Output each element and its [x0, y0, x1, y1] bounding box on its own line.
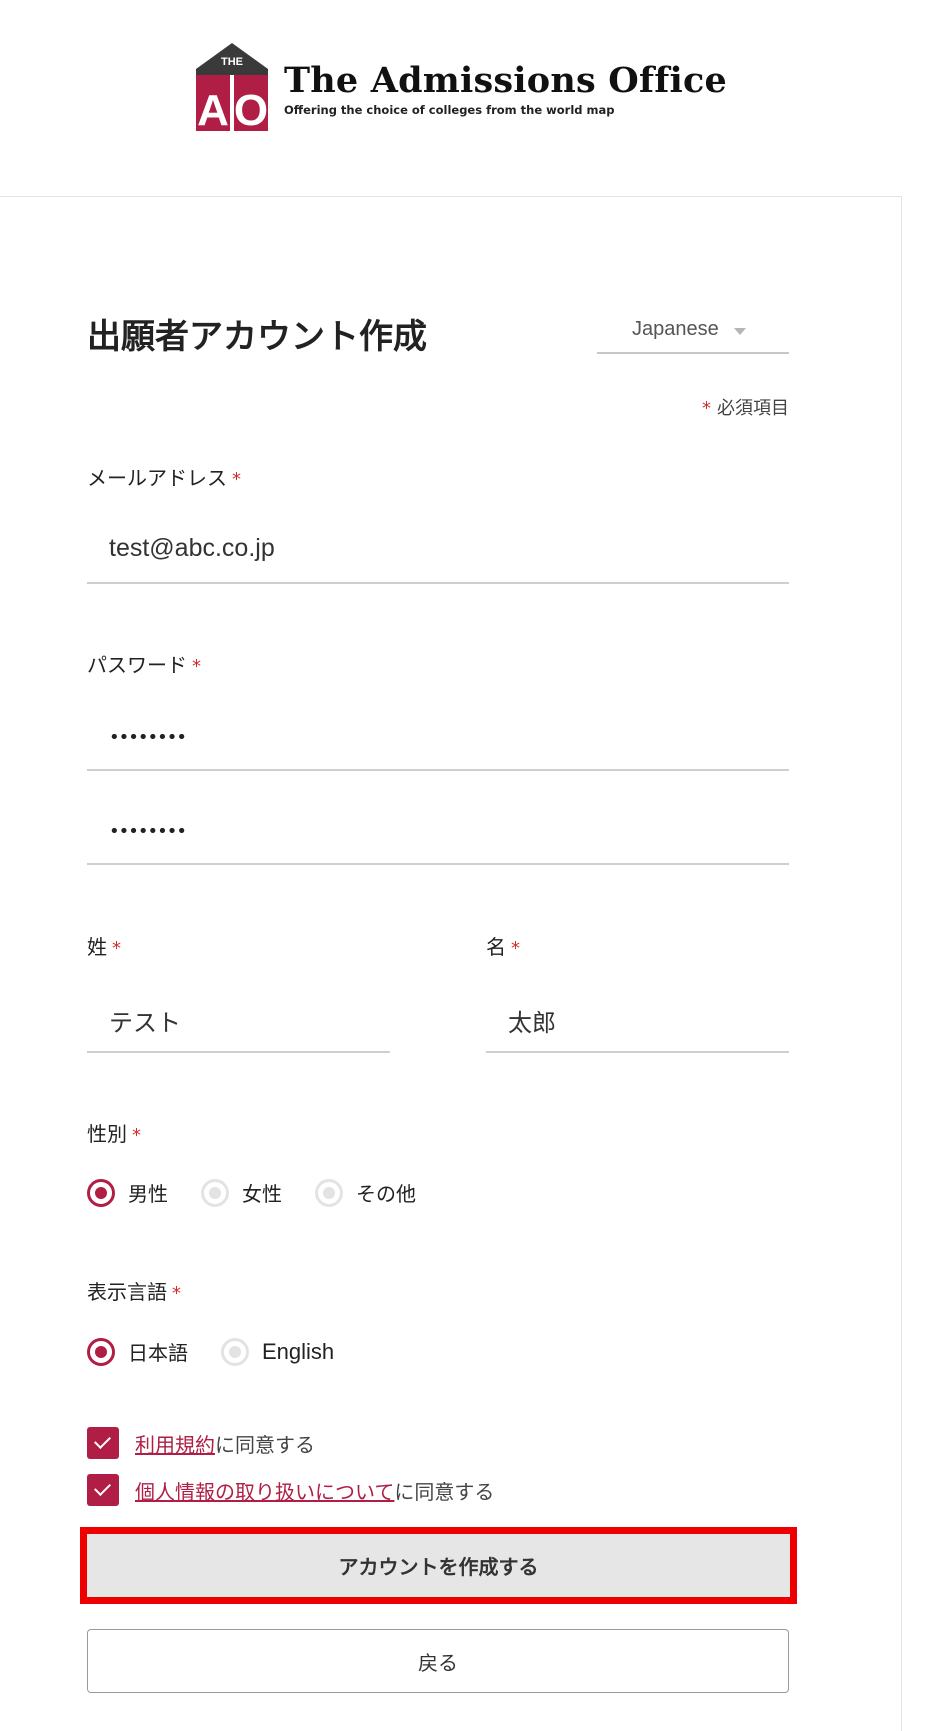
display-language-option-label: 日本語 [128, 1341, 188, 1365]
logo-tagline: Offering the choice of colleges from the… [284, 103, 615, 117]
email-field[interactable]: test@abc.co.jp [87, 520, 789, 584]
gender-option-male[interactable]: 男性 [87, 1178, 168, 1207]
required-note: * 必須項目 [702, 394, 789, 420]
logo-title: The Admissions Office [284, 60, 727, 101]
display-language-option-label: English [262, 1338, 335, 1364]
radio-unchecked-icon[interactable] [201, 1178, 229, 1207]
display-language-option-english[interactable]: English [221, 1337, 335, 1366]
gender-option-label: 男性 [128, 1182, 168, 1206]
logo-mark-icon: THE A O [194, 43, 270, 135]
privacy-link[interactable]: 個人情報の取り扱いについて [135, 1480, 394, 1504]
svg-text:O: O [234, 86, 268, 131]
language-select[interactable]: Japanese [597, 312, 789, 354]
required-star: * [132, 1125, 141, 1146]
site-logo[interactable]: THE A O The Admissions Office Offering t… [194, 43, 727, 135]
site-header: THE A O The Admissions Office Offering t… [0, 0, 937, 196]
required-note-text: 必須項目 [717, 398, 789, 419]
page-title: 出願者アカウント作成 [87, 317, 427, 357]
terms-link[interactable]: 利用規約 [135, 1433, 215, 1457]
radio-unchecked-icon[interactable] [315, 1178, 343, 1207]
back-button-label: 戻る [418, 1650, 458, 1675]
gender-option-label: その他 [356, 1182, 416, 1206]
display-language-label-text: 表示言語 [87, 1280, 167, 1304]
first-name-label: 名 * [486, 934, 520, 962]
create-account-button[interactable]: アカウントを作成する [80, 1527, 797, 1604]
email-label: メールアドレス * [87, 465, 241, 493]
password-confirm-field[interactable]: •••••••• [87, 801, 789, 865]
radio-unchecked-icon[interactable] [221, 1337, 249, 1366]
gender-option-other[interactable]: その他 [315, 1178, 416, 1207]
last-name-field[interactable]: テスト [87, 989, 390, 1053]
privacy-agreement-row: 個人情報の取り扱いについてに同意する [87, 1474, 494, 1506]
language-select-value: Japanese [632, 318, 719, 340]
required-star: * [511, 938, 520, 959]
account-creation-page: THE A O The Admissions Office Offering t… [0, 0, 937, 1731]
gender-option-female[interactable]: 女性 [201, 1178, 282, 1207]
svg-text:THE: THE [221, 56, 243, 68]
gender-radio-group: 男性 女性 その他 [87, 1178, 449, 1207]
terms-agreement-row: 利用規約に同意する [87, 1427, 315, 1459]
first-name-field-value: 太郎 [508, 1009, 556, 1037]
radio-checked-icon[interactable] [87, 1337, 115, 1366]
password-label-text: パスワード [87, 653, 187, 677]
last-name-label-text: 姓 [87, 935, 107, 959]
terms-agreement-text: 利用規約に同意する [135, 1429, 315, 1458]
last-name-field-value: テスト [109, 1009, 181, 1037]
email-field-value: test@abc.co.jp [109, 534, 275, 562]
agreement-suffix: に同意する [394, 1479, 495, 1504]
checkbox-checked-icon[interactable] [87, 1427, 119, 1459]
password-field-value: •••••••• [109, 727, 187, 748]
first-name-label-text: 名 [486, 935, 506, 959]
chevron-down-icon [734, 328, 746, 335]
create-account-button-label: アカウントを作成する [338, 1555, 539, 1579]
checkbox-checked-icon[interactable] [87, 1474, 119, 1506]
display-language-option-japanese[interactable]: 日本語 [87, 1337, 188, 1366]
privacy-agreement-text: 個人情報の取り扱いについてに同意する [135, 1476, 494, 1505]
back-button[interactable]: 戻る [87, 1629, 789, 1693]
radio-checked-icon[interactable] [87, 1178, 115, 1207]
required-star: * [702, 398, 711, 419]
required-star: * [112, 938, 121, 959]
svg-text:A: A [197, 86, 229, 131]
display-language-label: 表示言語 * [87, 1279, 181, 1307]
email-label-text: メールアドレス [87, 466, 227, 490]
first-name-field[interactable]: 太郎 [486, 989, 789, 1053]
password-field[interactable]: •••••••• [87, 707, 789, 771]
gender-label-text: 性別 [87, 1122, 127, 1146]
agreement-suffix: に同意する [215, 1432, 315, 1457]
logo-text: The Admissions Office Offering the choic… [284, 60, 727, 118]
required-star: * [172, 1283, 181, 1304]
gender-option-label: 女性 [242, 1182, 282, 1206]
required-star: * [232, 469, 241, 490]
password-label: パスワード * [87, 652, 201, 680]
password-confirm-field-value: •••••••• [109, 821, 187, 842]
last-name-label: 姓 * [87, 934, 121, 962]
display-language-radio-group: 日本語 English [87, 1337, 367, 1366]
gender-label: 性別 * [87, 1121, 141, 1149]
required-star: * [192, 656, 201, 677]
